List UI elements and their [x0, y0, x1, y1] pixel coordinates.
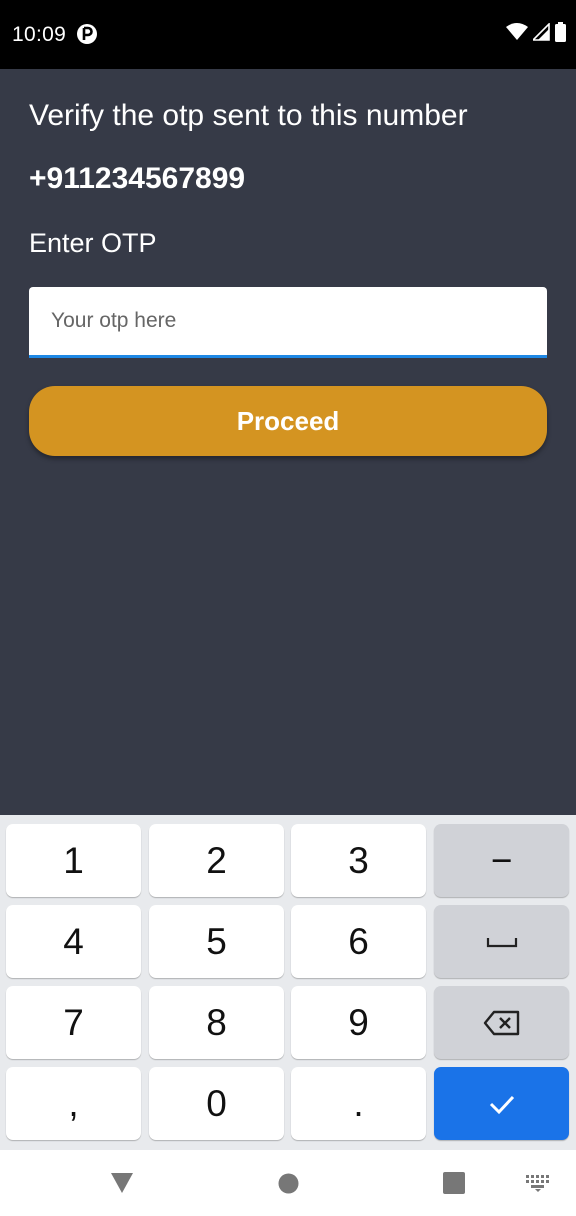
home-icon[interactable]	[278, 1173, 299, 1194]
navigation-bar	[0, 1150, 576, 1216]
key-backspace[interactable]	[434, 986, 569, 1059]
key-minus[interactable]: −	[434, 824, 569, 897]
phone-number: +911234567899	[29, 162, 246, 195]
status-time: 10:09	[12, 23, 67, 46]
key-done[interactable]	[434, 1067, 569, 1140]
key-2[interactable]: 2	[149, 824, 284, 897]
key-comma[interactable]: ,	[6, 1067, 141, 1140]
otp-input[interactable]	[29, 287, 547, 358]
key-period[interactable]: .	[291, 1067, 426, 1140]
key-6[interactable]: 6	[291, 905, 426, 978]
back-icon[interactable]	[110, 1172, 134, 1194]
page-title: Verify the otp sent to this number	[29, 99, 468, 132]
status-icons	[506, 22, 566, 42]
recents-icon[interactable]	[443, 1172, 465, 1194]
keyboard-switch-icon[interactable]	[526, 1175, 550, 1192]
numeric-keyboard: 1 2 3 − 4 5 6 7 8 9 , 0 .	[0, 815, 576, 1150]
key-space[interactable]	[434, 905, 569, 978]
wifi-icon	[506, 23, 528, 40]
proceed-button[interactable]: Proceed	[29, 386, 547, 456]
space-icon	[486, 937, 517, 947]
backspace-icon	[483, 1010, 519, 1035]
key-0[interactable]: 0	[149, 1067, 284, 1140]
cell-signal-icon	[533, 23, 550, 41]
key-7[interactable]: 7	[6, 986, 141, 1059]
key-8[interactable]: 8	[149, 986, 284, 1059]
checkmark-icon	[489, 1095, 514, 1114]
otp-label: Enter OTP	[29, 228, 157, 258]
otp-screen: Verify the otp sent to this number +9112…	[0, 69, 576, 815]
key-5[interactable]: 5	[149, 905, 284, 978]
battery-icon	[555, 22, 566, 42]
app-notification-icon	[77, 24, 97, 44]
status-bar: 10:09	[0, 0, 576, 69]
key-4[interactable]: 4	[6, 905, 141, 978]
key-1[interactable]: 1	[6, 824, 141, 897]
key-9[interactable]: 9	[291, 986, 426, 1059]
key-3[interactable]: 3	[291, 824, 426, 897]
